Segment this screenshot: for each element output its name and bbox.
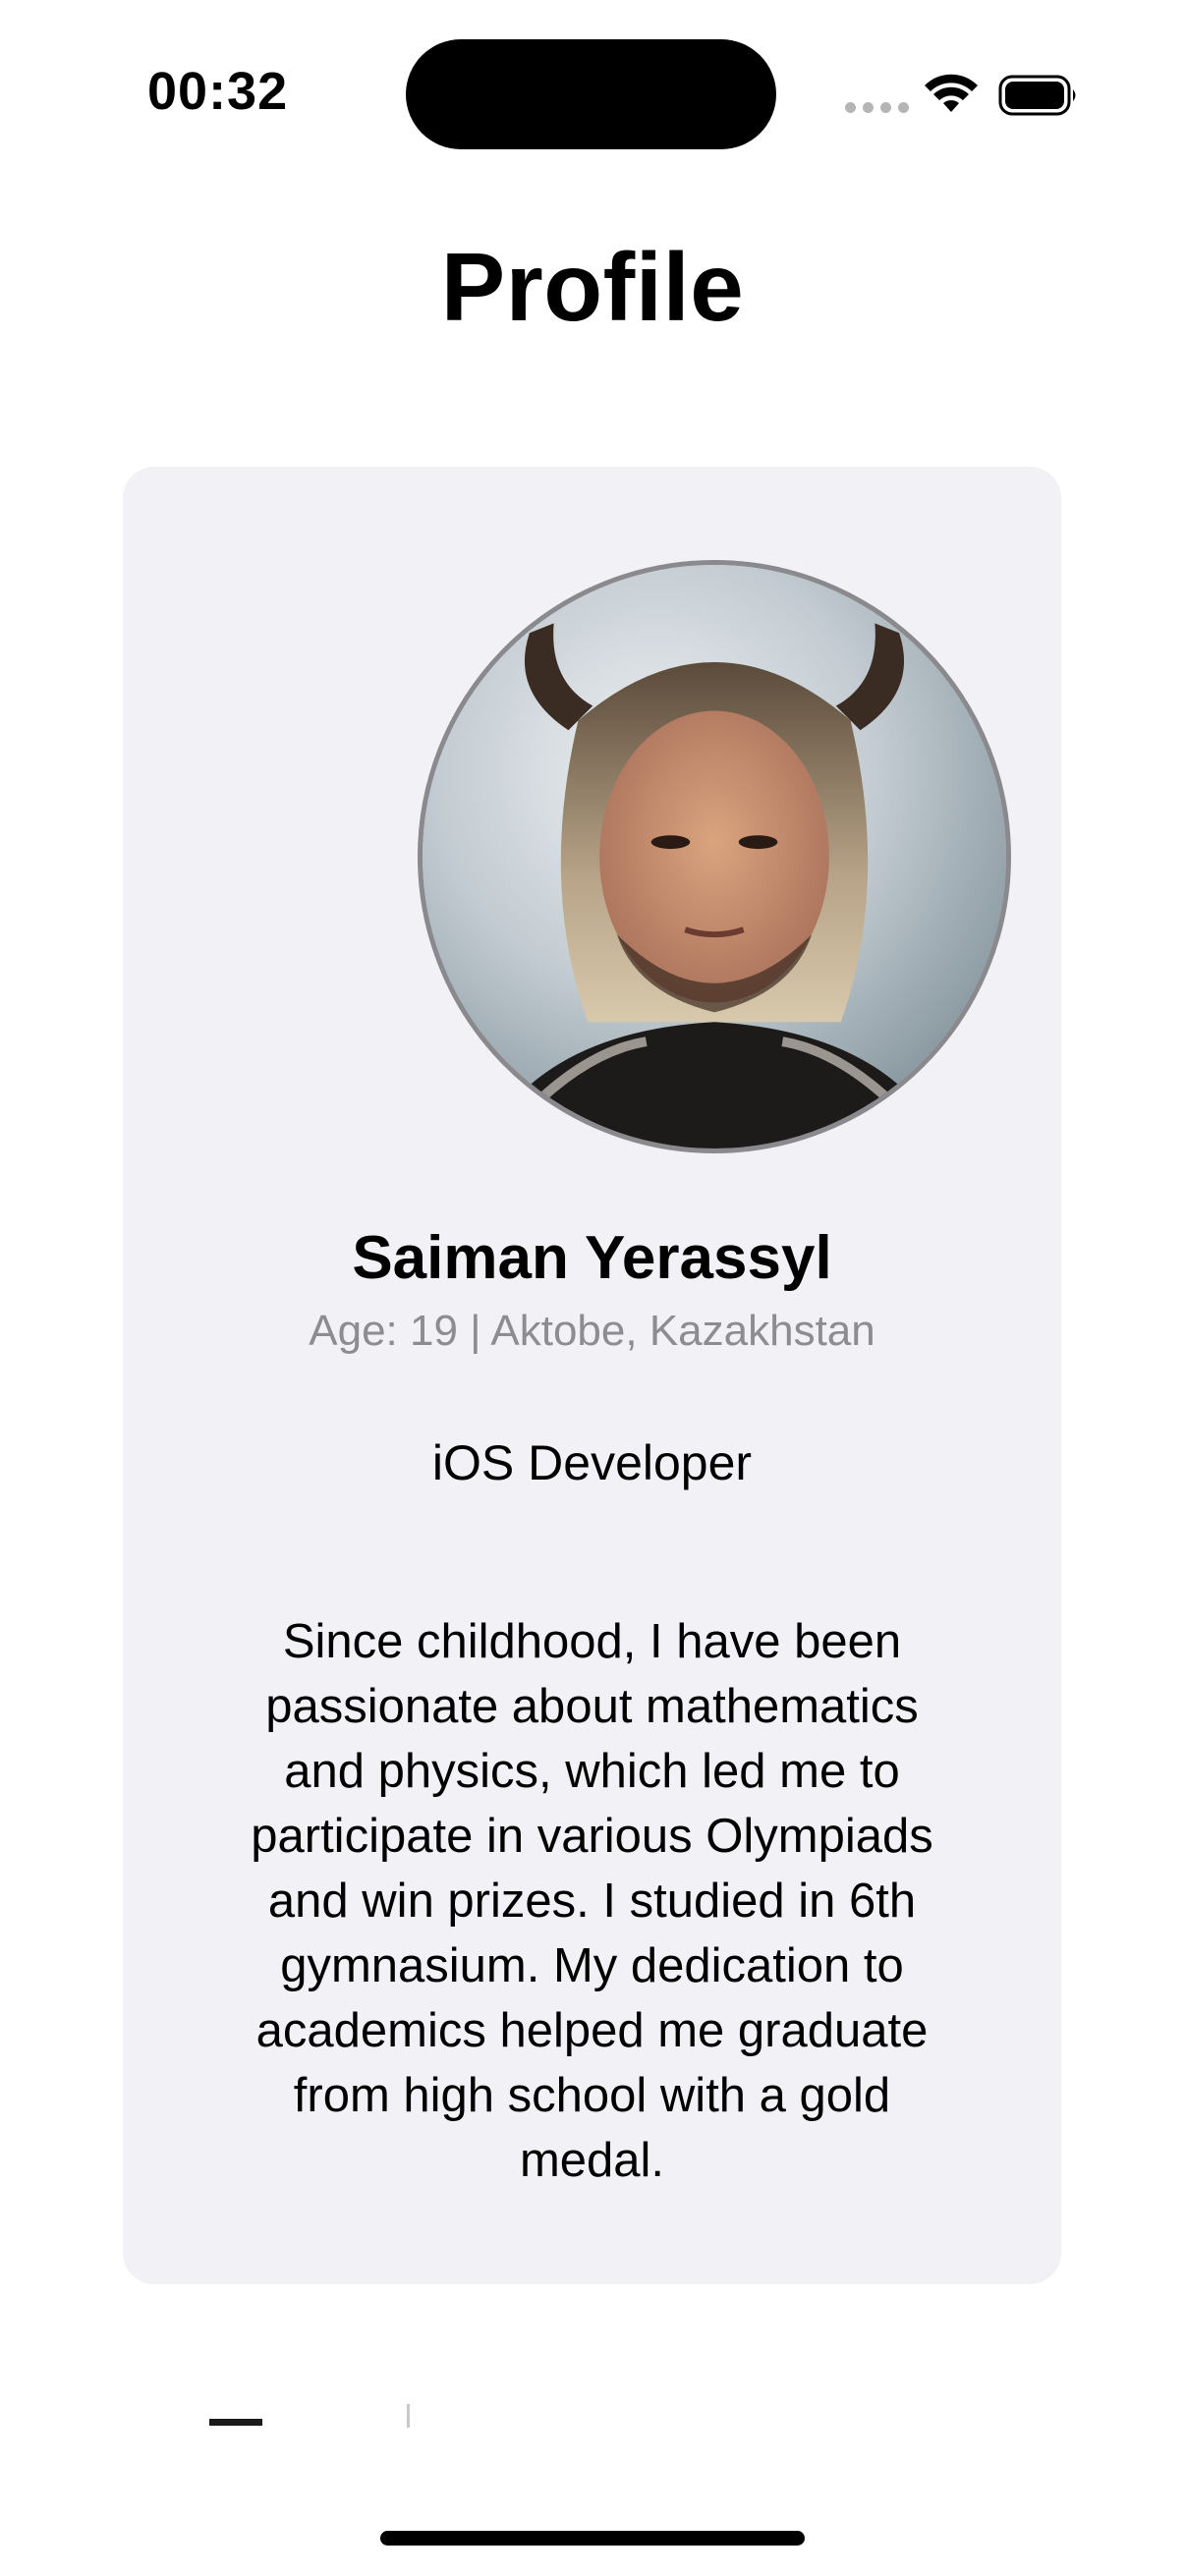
profile-role: iOS Developer [431,1435,753,1490]
profile-card: Saiman Yerassyl Age: 19 | Aktobe, Kazakh… [123,467,1061,2284]
status-time: 00:32 [147,62,289,121]
battery-icon [998,75,1076,116]
bottom-dash [209,2419,262,2426]
bottom-tick [407,2404,410,2428]
home-indicator[interactable] [380,2531,805,2546]
profile-name: Saiman Yerassyl [352,1224,832,1292]
wifi-icon [925,74,978,112]
signal-dots-icon [845,102,909,113]
status-bar: 00:32 [0,0,1185,196]
page-title: Profile [440,233,745,341]
avatar [418,560,1011,1153]
profile-bio: Since childhood, I have been passionate … [251,1615,933,2187]
profile-meta: Age: 19 | Aktobe, Kazakhstan [309,1307,875,1355]
dynamic-island [406,39,776,149]
